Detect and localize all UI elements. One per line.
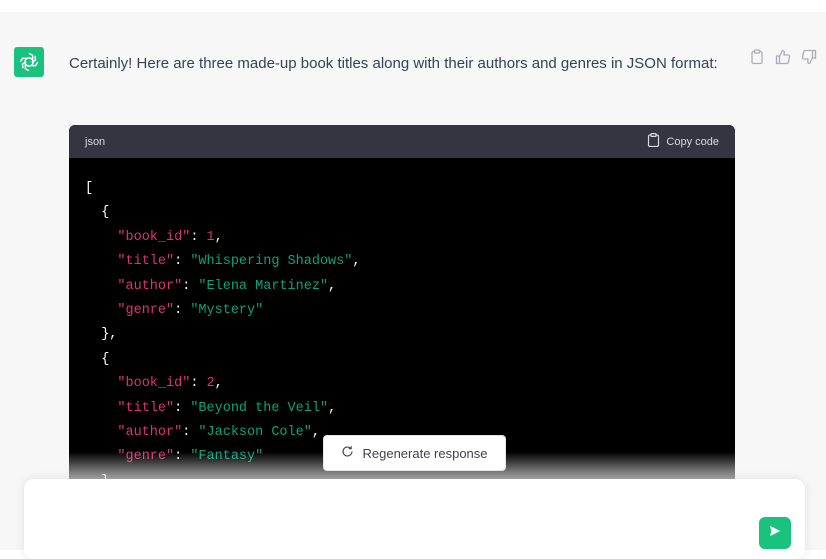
code-line: {: [85, 348, 719, 372]
code-token: "Beyond the Veil": [190, 400, 329, 416]
assistant-message: Certainly! Here are three made-up book t…: [0, 12, 826, 559]
code-token: ,: [311, 425, 320, 441]
code-line: [: [85, 177, 719, 201]
code-token: :: [190, 229, 207, 245]
code-token: [: [85, 181, 94, 196]
code-line: "title": "Beyond the Veil",: [85, 397, 719, 421]
thumbs-up-icon[interactable]: [775, 49, 791, 65]
code-token: {: [85, 205, 110, 221]
code-token: 2: [206, 376, 215, 392]
message-text: Certainly! Here are three made-up book t…: [69, 55, 718, 72]
code-language-label: json: [85, 135, 106, 148]
message-actions: [749, 49, 817, 65]
code-token: ,: [328, 278, 337, 294]
refresh-icon: [341, 445, 354, 461]
code-token: :: [182, 425, 199, 441]
code-token: "title": [117, 254, 175, 270]
code-token: :: [174, 400, 191, 416]
send-button[interactable]: [759, 517, 791, 549]
code-token: {: [85, 351, 110, 367]
send-icon: [768, 524, 782, 543]
code-line: {: [85, 201, 719, 225]
copy-code-label: Copy code: [666, 135, 719, 148]
openai-logo-icon: [14, 47, 44, 77]
code-header: json Copy code: [69, 125, 735, 158]
copy-code-button[interactable]: Copy code: [647, 133, 719, 150]
code-token: :: [174, 254, 191, 270]
message-input[interactable]: [40, 493, 744, 547]
code-token: "book_id": [117, 376, 191, 392]
composer: [24, 479, 805, 559]
code-token: "Jackson Cole": [198, 425, 312, 441]
code-token: "title": [117, 400, 175, 416]
code-token: "author": [117, 278, 183, 294]
code-line: "book_id": 2,: [85, 372, 719, 396]
code-line: },: [85, 323, 719, 347]
code-token: ,: [328, 400, 337, 416]
code-token: "book_id": [117, 229, 191, 245]
regenerate-response-button[interactable]: Regenerate response: [323, 435, 506, 471]
code-line: "genre": "Mystery": [85, 299, 719, 323]
code-token: 1: [206, 229, 215, 245]
code-token: "author": [117, 425, 183, 441]
code-token: ,: [214, 376, 223, 392]
thumbs-down-icon[interactable]: [801, 49, 817, 65]
code-token: ,: [352, 254, 361, 270]
code-line: "title": "Whispering Shadows",: [85, 250, 719, 274]
code-token: :: [174, 303, 191, 319]
code-line: "book_id": 1,: [85, 226, 719, 250]
code-token: "Elena Martinez": [198, 278, 329, 294]
code-token: ,: [214, 229, 223, 245]
clipboard-icon: [647, 133, 660, 150]
code-line: "author": "Elena Martinez",: [85, 275, 719, 299]
code-token: "Whispering Shadows": [190, 254, 353, 270]
code-token: :: [182, 278, 199, 294]
regenerate-label: Regenerate response: [362, 445, 488, 461]
code-token: :: [190, 376, 207, 392]
code-token: "genre": [117, 303, 175, 319]
code-token: "Mystery": [190, 303, 264, 319]
code-token: },: [85, 327, 118, 343]
clipboard-icon[interactable]: [749, 49, 765, 65]
